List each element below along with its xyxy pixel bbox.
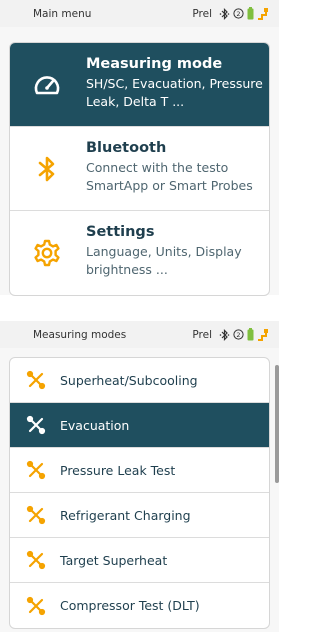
status-title: Measuring modes — [33, 328, 127, 341]
status-title: Main menu — [33, 7, 92, 20]
tools-icon — [26, 460, 46, 480]
battery-icon — [247, 328, 254, 341]
menu-item-description: Language, Units, Display brightness ... — [86, 244, 242, 277]
tools-icon — [26, 596, 46, 616]
list-item-superheat-subcooling[interactable]: Superheat/Subcooling — [10, 358, 269, 403]
svg-text:2: 2 — [236, 10, 240, 18]
prel-label: Prel — [192, 328, 212, 341]
mains-plug-icon — [257, 328, 269, 341]
scrollbar[interactable] — [275, 365, 279, 483]
tools-icon — [26, 505, 46, 525]
menu-item-bluetooth[interactable]: Bluetooth Connect with the testo SmartAp… — [10, 127, 269, 211]
list-item-label: Refrigerant Charging — [60, 507, 191, 523]
prel-label: Prel — [192, 7, 212, 20]
svg-text:2: 2 — [236, 331, 240, 339]
list-item-label: Evacuation — [60, 417, 130, 433]
status-bar: Measuring modes Prel 2 — [0, 321, 279, 348]
tools-icon — [26, 370, 46, 390]
main-menu-list: Measuring mode SH/SC, Evacuation, Pressu… — [9, 42, 270, 296]
menu-item-settings[interactable]: Settings Language, Units, Display bright… — [10, 211, 269, 295]
menu-item-measuring-mode[interactable]: Measuring mode SH/SC, Evacuation, Pressu… — [10, 43, 269, 127]
bluetooth-status-icon — [219, 7, 230, 20]
auto-off-icon: 2 — [233, 8, 244, 19]
mains-plug-icon — [257, 7, 269, 20]
battery-icon — [247, 7, 254, 20]
tools-icon — [26, 415, 46, 435]
list-item-label: Compressor Test (DLT) — [60, 598, 200, 613]
bluetooth-icon — [32, 154, 62, 184]
tools-icon — [26, 550, 46, 570]
menu-item-description: SH/SC, Evacuation, Pressure Leak, Delta … — [86, 76, 263, 109]
menu-item-title: Measuring mode — [86, 56, 223, 72]
auto-off-icon: 2 — [233, 329, 244, 340]
list-item-target-superheat[interactable]: Target Superheat — [10, 538, 269, 583]
gauge-icon — [32, 70, 62, 100]
list-item-label: Pressure Leak Test — [60, 462, 176, 478]
status-bar: Main menu Prel 2 — [0, 0, 279, 27]
menu-item-description: Connect with the testo SmartApp or Smart… — [86, 160, 253, 193]
gear-icon — [32, 238, 62, 268]
list-item-refrigerant-charging[interactable]: Refrigerant Charging — [10, 493, 269, 538]
list-item-label: Target Superheat — [60, 552, 168, 568]
menu-item-title: Settings — [86, 224, 155, 240]
bluetooth-status-icon — [219, 328, 230, 341]
menu-item-title: Bluetooth — [86, 140, 167, 156]
list-item-label: Superheat/Subcooling — [60, 372, 198, 388]
list-item-evacuation[interactable]: Evacuation — [10, 403, 269, 448]
list-item-pressure-leak-test[interactable]: Pressure Leak Test — [10, 448, 269, 493]
measuring-modes-list: Superheat/Subcooling Evacuation Pressure… — [9, 357, 270, 629]
list-item-compressor-test[interactable]: Compressor Test (DLT) — [10, 583, 269, 628]
